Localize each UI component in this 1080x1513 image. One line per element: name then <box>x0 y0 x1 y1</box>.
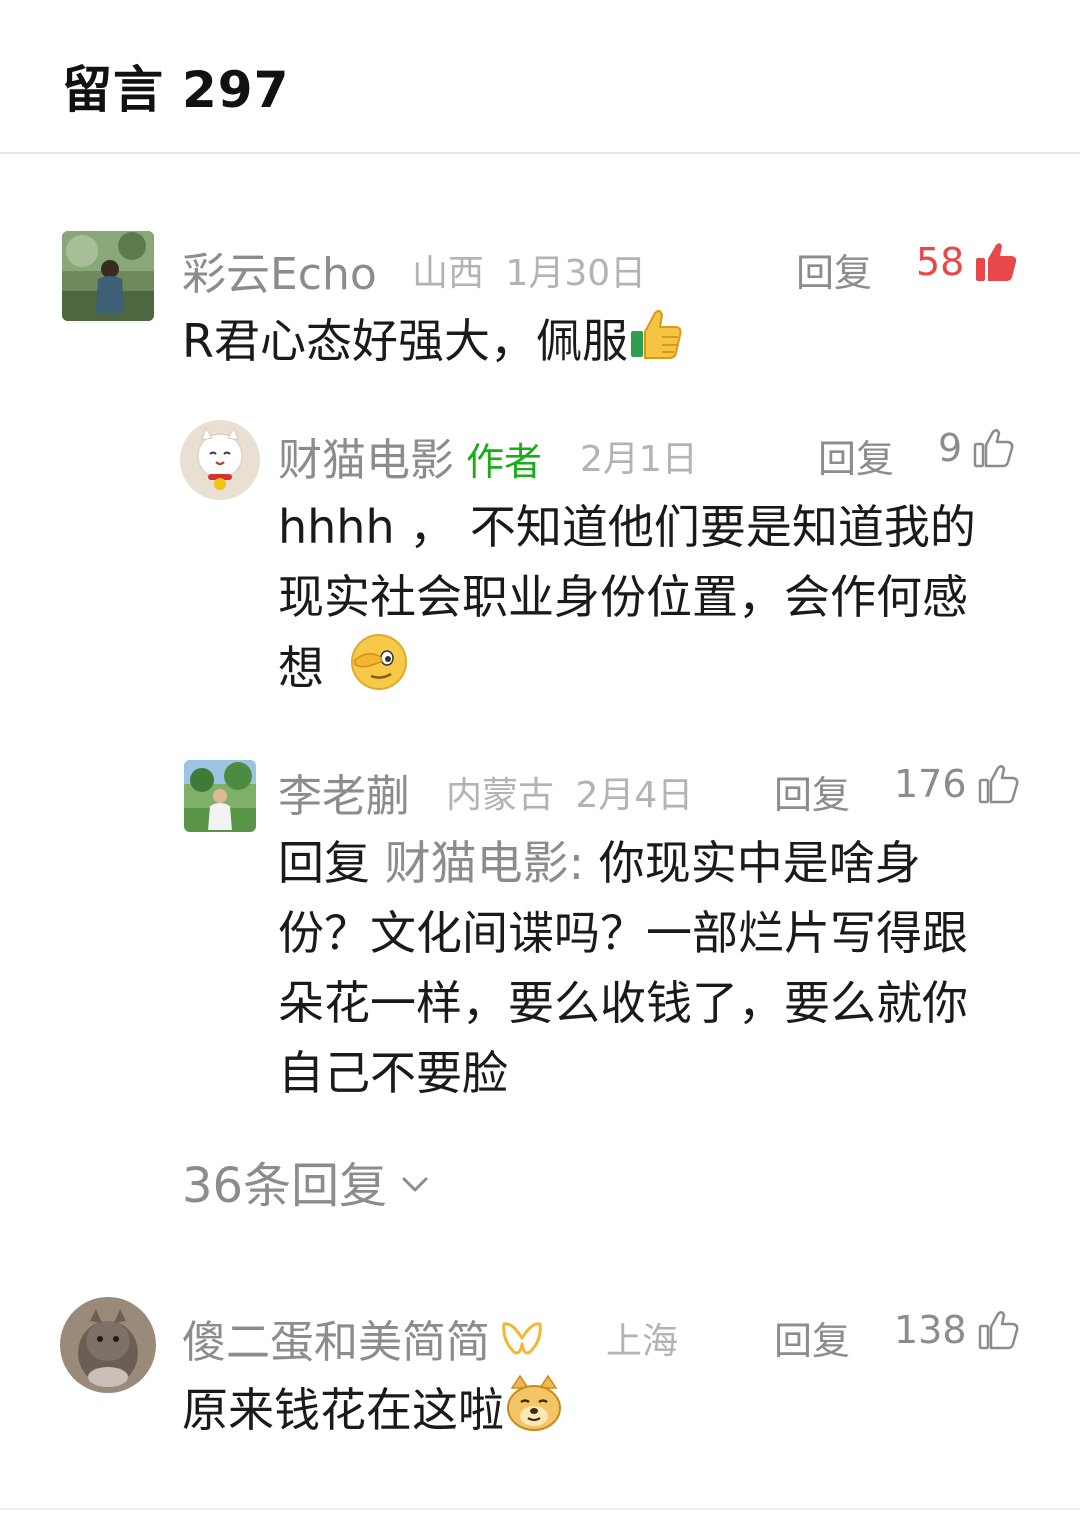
comment-text-line: 自己不要脸 <box>278 1046 508 1100</box>
thumbs-up-icon <box>628 307 684 382</box>
reply-button[interactable]: 回复 <box>774 764 850 819</box>
comment-text: R君心态好强大，佩服 <box>182 306 684 382</box>
like-button[interactable]: 9 <box>938 426 1014 470</box>
thumbs-up-outline-icon <box>978 765 1018 804</box>
comment-text-line: 朵花一样，要么收钱了，要么就你 <box>278 976 968 1030</box>
comment-date: 2月4日 <box>575 775 694 816</box>
comments-header: 留言 297 <box>0 0 1080 154</box>
like-count: 9 <box>938 426 963 470</box>
comment-location: 内蒙古 <box>446 775 555 816</box>
reply-button[interactable]: 回复 <box>818 428 894 483</box>
avatar[interactable] <box>60 1297 156 1393</box>
doge-icon <box>504 1374 564 1453</box>
commenter-name: 财猫电影 作者 <box>278 424 542 488</box>
like-count: 176 <box>894 762 967 806</box>
like-button[interactable]: 176 <box>894 762 1019 806</box>
more-replies-button[interactable]: 36条回复 <box>182 1146 429 1216</box>
thumbs-up-filled-icon <box>976 243 1017 281</box>
author-badge: 作者 <box>466 440 543 484</box>
comment-text-line: 想 <box>278 632 1023 711</box>
comment-text-line: 份？文化间谍吗？一部烂片写得跟 <box>278 906 968 960</box>
comment-text: hhhh ， 不知道他们要是知道我的 现实社会职业身份位置，会作何感 想 <box>278 492 1023 711</box>
commenter-name[interactable]: 彩云Echo <box>182 238 377 302</box>
comment-text-content: R君心态好强大，佩服 <box>182 314 628 368</box>
reply-prefix: 回复 <box>278 836 370 890</box>
divider <box>0 1508 1080 1510</box>
like-button[interactable]: 58 <box>916 240 1018 284</box>
like-count: 138 <box>894 1308 967 1352</box>
like-count: 58 <box>916 240 965 284</box>
commenter-name[interactable]: 李老蒯 <box>278 760 410 824</box>
like-button[interactable]: 138 <box>894 1308 1019 1352</box>
comment-text-content: 原来钱花在这啦 <box>182 1383 504 1437</box>
comment-text-line-content: 想 <box>278 641 324 695</box>
comments-count: 297 <box>182 61 290 119</box>
comment-text-line: 回复 财猫电影: 你现实中是啥身 <box>278 828 1023 898</box>
comments-title-label: 留言 <box>62 61 164 119</box>
comment-date: 1月30日 <box>505 253 647 294</box>
ribbon-badge-icon <box>502 1322 542 1355</box>
commenter-name-text[interactable]: 财猫电影 <box>278 435 454 486</box>
comment-text-line: 现实社会职业身份位置，会作何感 <box>278 570 968 624</box>
comment-text-line: hhhh ， 不知道他们要是知道我的 <box>278 500 976 554</box>
comment-text-line-content: 你现实中是啥身 <box>598 836 921 890</box>
more-replies-label: 36条回复 <box>182 1158 388 1214</box>
chevron-down-icon <box>402 1177 428 1192</box>
comment-text: 原来钱花在这啦 <box>182 1374 564 1453</box>
comment-date: 2月1日 <box>580 439 698 480</box>
commenter-name-text[interactable]: 傻二蛋和美简简 <box>182 1306 490 1370</box>
comment-meta: 内蒙古 2月4日 <box>446 766 693 818</box>
avatar[interactable] <box>62 231 154 321</box>
comments-title: 留言 297 <box>62 50 289 122</box>
avatar[interactable] <box>184 760 256 832</box>
reply-button[interactable]: 回复 <box>774 1310 850 1365</box>
commenter-name: 傻二蛋和美简简 <box>182 1306 544 1370</box>
reply-target[interactable]: 财猫电影: <box>385 836 585 890</box>
thumbs-up-outline-icon <box>973 429 1014 468</box>
comment-location: 山西 <box>412 253 485 294</box>
thumbs-up-outline-icon <box>978 1311 1018 1350</box>
reply-button[interactable]: 回复 <box>796 242 872 297</box>
comment-text: 回复 财猫电影: 你现实中是啥身 份？文化间谍吗？一部烂片写得跟 朵花一样，要么… <box>278 828 1023 1108</box>
avatar[interactable] <box>180 420 260 500</box>
comment-location: 上海 <box>606 1321 679 1362</box>
face-with-hand-over-eye-icon <box>349 632 409 711</box>
comment-meta: 山西 1月30日 <box>412 244 646 296</box>
